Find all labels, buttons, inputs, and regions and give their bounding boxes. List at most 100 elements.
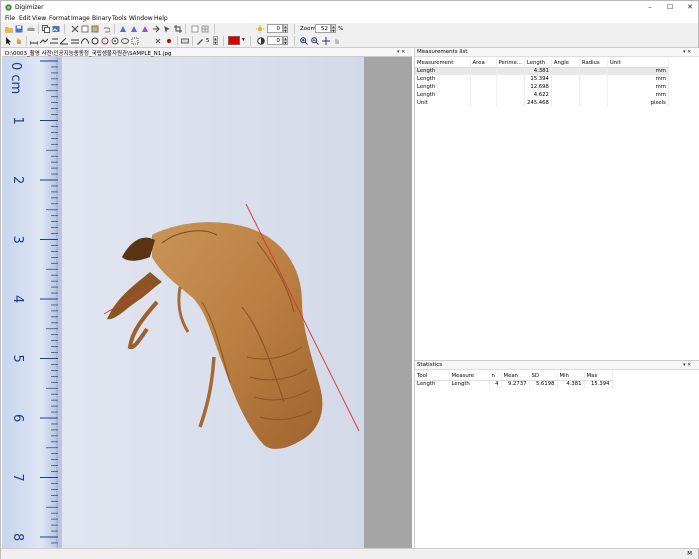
tools-toolbar: 5 ▲ ▼ ▾ 0 ▲ ▼	[1, 35, 698, 48]
flip-icon[interactable]	[119, 25, 127, 33]
table-cell: 12.698	[524, 83, 552, 91]
column-header[interactable]: Unit	[607, 59, 669, 68]
table-row[interactable]: Length 4.381 mm	[415, 67, 669, 75]
color-dropdown-chevron-icon[interactable]: ▾	[242, 37, 245, 43]
new-image-icon[interactable]	[191, 25, 199, 33]
column-header[interactable]: Mean	[501, 372, 530, 381]
print-icon[interactable]	[27, 25, 35, 33]
draw-color-swatch[interactable]	[228, 36, 240, 45]
ruler-label: 5	[10, 355, 25, 363]
image-canvas[interactable]: 0 cm 1 2 3 4 5 6 7 8	[2, 57, 364, 548]
circle3-tool-icon[interactable]	[101, 37, 109, 45]
column-header[interactable]: SD	[529, 372, 558, 381]
zoom-in-icon[interactable]	[300, 37, 308, 45]
contrast-input[interactable]: 0	[267, 36, 283, 45]
save-icon[interactable]	[15, 25, 23, 33]
toolbar-separator	[223, 36, 224, 46]
menu-window[interactable]: Window	[129, 15, 153, 22]
cut-icon[interactable]	[71, 25, 79, 33]
toolbar-separator	[250, 36, 251, 46]
undo-icon[interactable]	[102, 25, 110, 33]
menu-edit[interactable]: Edit	[19, 15, 31, 22]
marker-x-icon[interactable]	[154, 37, 162, 45]
menu-tools[interactable]: Tools	[112, 15, 127, 22]
ellipse-tool-icon[interactable]	[111, 37, 119, 45]
specimen-photo[interactable]: 0 cm 1 2 3 4 5 6 7 8	[2, 57, 364, 548]
menu-help[interactable]: Help	[154, 15, 168, 22]
copy-icon[interactable]	[42, 25, 50, 33]
menu-image[interactable]: Image	[71, 15, 90, 22]
menu-format[interactable]: Format	[49, 15, 70, 22]
measurements-table: Measurement Area Perime... Length Angle …	[415, 59, 669, 107]
close-button[interactable]: ✕	[680, 2, 699, 13]
angle-tool-icon[interactable]	[60, 37, 68, 45]
multi-length-icon[interactable]	[50, 37, 58, 45]
table-row[interactable]: Length 12.698 mm	[415, 83, 669, 91]
move-icon[interactable]	[322, 37, 330, 45]
table-cell	[496, 83, 525, 91]
zoom-out-icon[interactable]	[311, 37, 319, 45]
table-cell: Unit	[415, 99, 471, 107]
parallel-tool-icon[interactable]	[71, 37, 79, 45]
rect-tool-icon[interactable]	[131, 37, 139, 45]
table-row[interactable]: Length Length 4 9.2737 5.6198 4.381 15.394	[415, 380, 613, 388]
zoom-input[interactable]: 52	[315, 24, 331, 33]
column-header[interactable]: Perime...	[496, 59, 525, 68]
select-icon[interactable]	[163, 25, 171, 33]
line-width-value[interactable]: 5	[206, 38, 210, 44]
ruler-label: 7	[10, 474, 25, 482]
menu-bar: File Edit View Format Image Binary Tools…	[1, 14, 698, 23]
table-row[interactable]: Length 4.622 mm	[415, 91, 669, 99]
arrow-icon[interactable]	[152, 25, 160, 33]
menu-view[interactable]: View	[32, 15, 46, 22]
paste-icon[interactable]	[91, 25, 99, 33]
column-header[interactable]: Angle	[551, 59, 580, 68]
brightness-stepper[interactable]: ▲ ▼	[283, 24, 288, 33]
contrast-stepper[interactable]: ▲ ▼	[283, 36, 288, 45]
point-tool-icon[interactable]	[165, 37, 173, 45]
oval-tool-icon[interactable]	[121, 37, 129, 45]
table-row[interactable]: Length 15.394 mm	[415, 75, 669, 83]
image-document-pane: D:\0003_촬영 사진\인공지능종동정_국립생물자원관\SAMPLE_N1.…	[2, 48, 412, 548]
column-header[interactable]: Min	[557, 372, 585, 381]
grid-icon[interactable]	[201, 25, 209, 33]
maximize-button[interactable]: ☐	[660, 2, 680, 13]
panel-menu-close-icon[interactable]: ▾ ✕	[683, 362, 691, 368]
table-cell	[496, 99, 525, 107]
column-header[interactable]: Tool	[415, 372, 450, 381]
mirror-icon[interactable]	[141, 25, 149, 33]
column-header[interactable]: Max	[584, 372, 613, 381]
column-header[interactable]: Radius	[579, 59, 608, 68]
minimize-button[interactable]: –	[640, 2, 660, 13]
toolbar-separator	[26, 36, 27, 46]
menu-binary[interactable]: Binary	[92, 15, 111, 22]
crop-icon[interactable]	[174, 25, 182, 33]
polyline-tool-icon[interactable]	[40, 37, 48, 45]
table-cell: mm	[607, 83, 669, 91]
image-icon[interactable]	[52, 25, 60, 33]
ruler-icon[interactable]	[181, 37, 189, 45]
pointer-icon[interactable]	[5, 37, 13, 45]
column-header[interactable]: Length	[524, 59, 552, 68]
column-header[interactable]: n	[489, 372, 502, 381]
curve-tool-icon[interactable]	[81, 37, 89, 45]
rotate-icon[interactable]	[130, 25, 138, 33]
pan-hand-icon[interactable]	[333, 37, 341, 45]
pane-menu-close-icon[interactable]: ▾ ✕	[397, 49, 405, 55]
column-header[interactable]: Measurement	[415, 59, 471, 68]
circle-tool-icon[interactable]	[91, 37, 99, 45]
menu-file[interactable]: File	[5, 15, 15, 22]
column-header[interactable]: Measure	[449, 372, 490, 381]
open-folder-icon[interactable]	[5, 25, 13, 33]
length-tool-icon[interactable]	[30, 37, 38, 45]
copy2-icon[interactable]	[81, 25, 89, 33]
hand-icon[interactable]	[15, 37, 23, 45]
brightness-input[interactable]: 0	[267, 24, 283, 33]
table-row[interactable]: Unit 245.468 pixels	[415, 99, 669, 107]
column-header[interactable]: Area	[470, 59, 497, 68]
toolbar-separator	[294, 36, 295, 46]
line-width-stepper[interactable]: ▲ ▼	[213, 36, 218, 45]
zoom-stepper[interactable]: ▲ ▼	[331, 24, 336, 33]
measurements-list-panel: Measurements list ▾ ✕ Measurement Area P…	[414, 48, 699, 360]
panel-menu-close-icon[interactable]: ▾ ✕	[683, 49, 691, 55]
